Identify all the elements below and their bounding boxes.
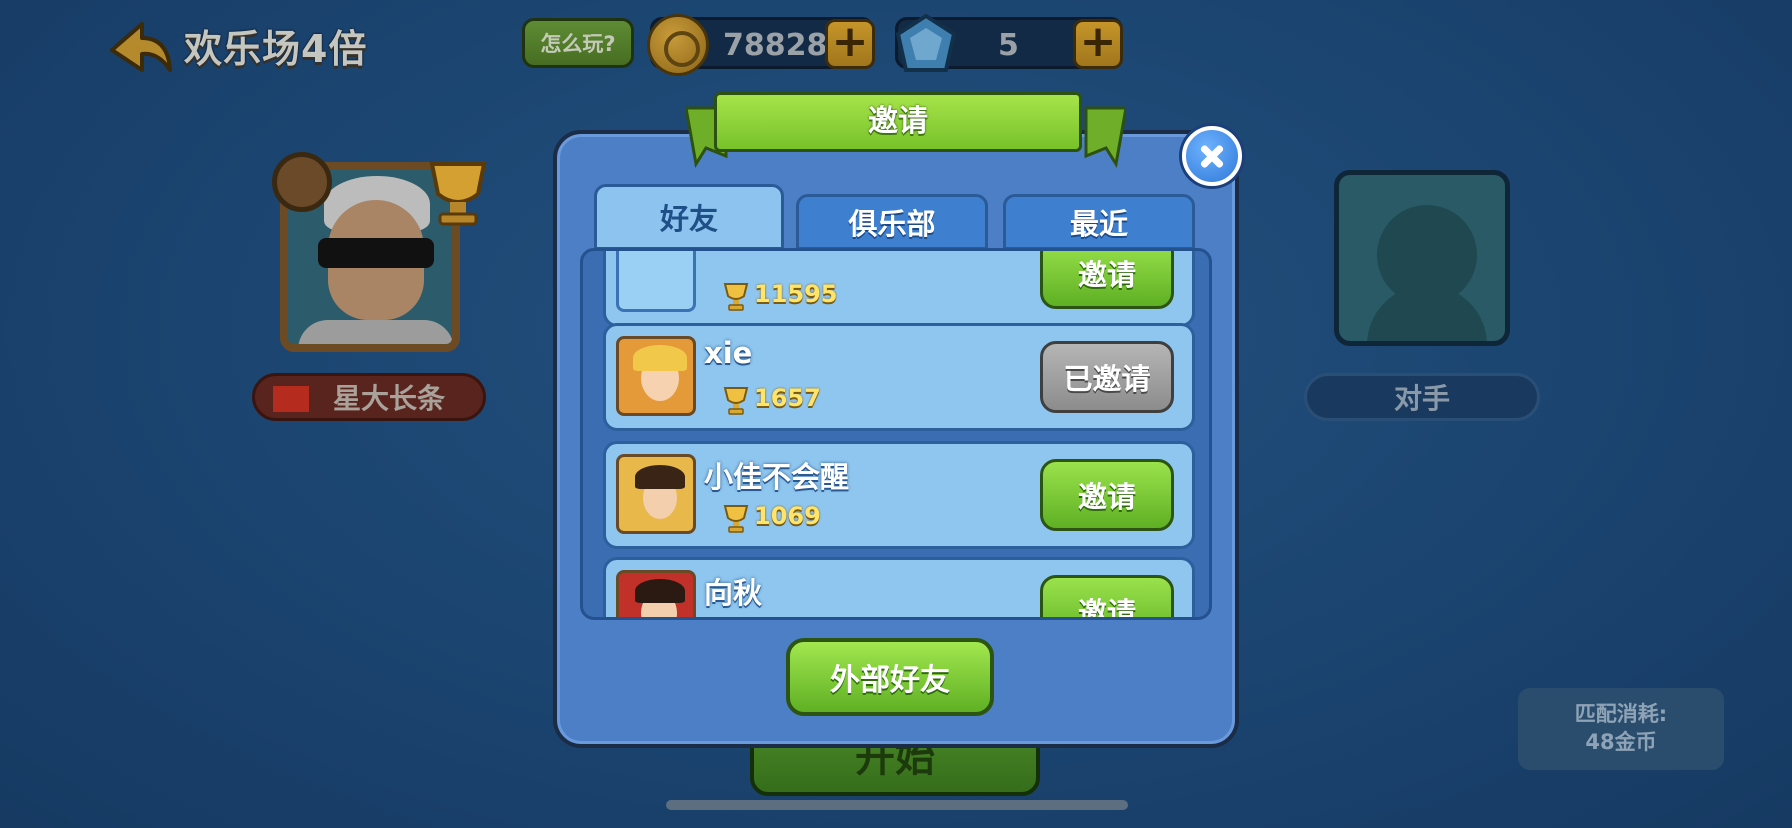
gem-icon — [895, 14, 957, 72]
gem-balance: 5 + — [895, 14, 1123, 72]
coin-icon — [647, 14, 709, 76]
gem-amount: 5 — [998, 28, 1019, 63]
dialog-title-ribbon: 邀请 — [686, 88, 1126, 168]
coin-amount: 78828 — [723, 28, 828, 63]
opponent-name: 对手 — [1393, 382, 1450, 415]
invite-button[interactable]: 邀请 — [1040, 575, 1174, 617]
player-name: 星大长条 — [332, 382, 445, 415]
trophy-icon — [723, 505, 749, 533]
avatar-glasses — [318, 238, 434, 268]
gear-icon — [272, 152, 332, 212]
opponent-name-plate: 对手 — [1304, 373, 1540, 421]
invited-button[interactable]: 已邀请 — [1040, 341, 1174, 413]
dialog-title: 邀请 — [868, 104, 928, 139]
back-arrow-icon[interactable] — [108, 20, 172, 76]
avatar-hair — [633, 345, 687, 371]
match-cost-box: 匹配消耗: 48金币 — [1518, 688, 1724, 770]
friend-row: 11595 邀请 — [603, 251, 1195, 327]
friend-row: 向秋 邀请 — [603, 557, 1195, 617]
avatar-hair — [635, 465, 685, 489]
match-cost-label: 匹配消耗: — [1574, 702, 1668, 726]
invite-button[interactable]: 邀请 — [1040, 459, 1174, 531]
friend-score: 11595 — [754, 280, 838, 308]
avatar-suit — [298, 320, 452, 344]
match-cost-value: 48金币 — [1585, 730, 1657, 754]
friend-avatar[interactable] — [616, 251, 696, 312]
friend-list[interactable]: 11595 邀请 xie 1657 已邀请 小佳不会醒 1069 邀请 向秋 邀… — [580, 248, 1212, 620]
silhouette-body — [1367, 285, 1487, 341]
tab-club[interactable]: 俱乐部 — [796, 194, 988, 250]
friend-name: xie — [704, 336, 753, 370]
invite-button[interactable]: 邀请 — [1040, 251, 1174, 309]
player-name-plate: 星大长条 — [252, 373, 486, 421]
friend-name: 小佳不会醒 — [704, 460, 850, 494]
coin-balance: 78828 + — [647, 14, 875, 76]
external-friends-button[interactable]: 外部好友 — [786, 638, 994, 716]
home-indicator[interactable] — [666, 800, 1128, 810]
opponent-avatar-placeholder — [1334, 170, 1510, 346]
avatar-hair — [635, 579, 685, 603]
close-icon[interactable] — [1182, 126, 1242, 186]
add-gems-button[interactable]: + — [1073, 19, 1123, 69]
friend-avatar[interactable] — [616, 454, 696, 534]
china-flag-icon — [273, 386, 309, 412]
tab-recent[interactable]: 最近 — [1003, 194, 1195, 250]
friend-score: 1069 — [754, 502, 821, 530]
friend-name: 向秋 — [704, 576, 763, 610]
trophy-icon — [723, 387, 749, 415]
friend-avatar[interactable] — [616, 336, 696, 416]
add-coins-button[interactable]: + — [825, 19, 875, 69]
tab-friends[interactable]: 好友 — [594, 184, 784, 250]
friend-score: 1657 — [754, 384, 821, 412]
room-title: 欢乐场4倍 — [184, 27, 368, 71]
how-to-play-button[interactable]: 怎么玩? — [522, 18, 634, 68]
friend-row: 小佳不会醒 1069 邀请 — [603, 441, 1195, 549]
friend-row: xie 1657 已邀请 — [603, 323, 1195, 431]
trophy-icon — [429, 162, 487, 226]
friend-avatar[interactable] — [616, 570, 696, 617]
trophy-icon — [723, 283, 749, 311]
